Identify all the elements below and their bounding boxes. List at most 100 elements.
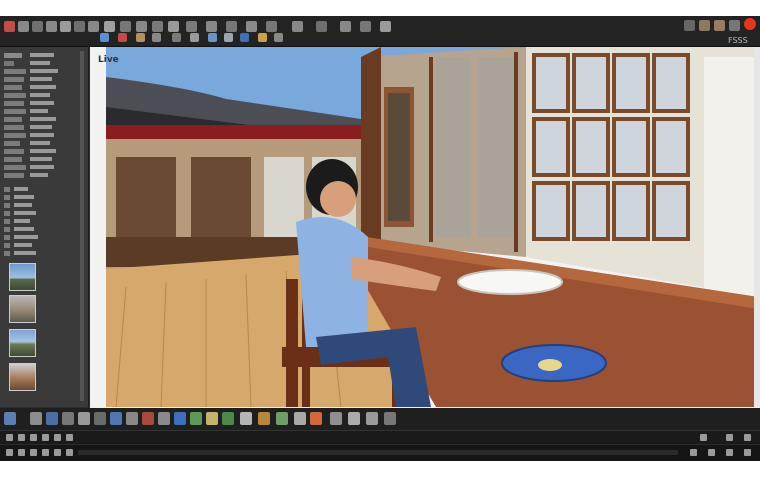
status-icon[interactable]: [30, 434, 37, 441]
photo-icon[interactable]: [224, 33, 233, 42]
fill-icon[interactable]: [246, 21, 257, 32]
swatch-icon[interactable]: [126, 412, 138, 425]
timeline-icon[interactable]: [690, 449, 697, 456]
shape-icon[interactable]: [292, 21, 303, 32]
copy-icon[interactable]: [88, 21, 99, 32]
wall-panel: [478, 57, 513, 237]
adjust-icon[interactable]: [190, 412, 202, 425]
white-plate: [457, 269, 563, 295]
grid-icon[interactable]: [276, 412, 288, 425]
undo-icon[interactable]: [46, 21, 57, 32]
select-icon[interactable]: [120, 21, 131, 32]
timeline-icon[interactable]: [744, 449, 751, 456]
status-row: [0, 430, 760, 445]
texture-icon[interactable]: [62, 412, 74, 425]
sky-icon[interactable]: [240, 33, 249, 42]
paste-icon[interactable]: [104, 21, 115, 32]
status-icon[interactable]: [66, 434, 73, 441]
minimize-icon[interactable]: [684, 20, 695, 31]
scale-icon[interactable]: [168, 21, 179, 32]
rotate-icon[interactable]: [152, 21, 163, 32]
crop-icon[interactable]: [158, 412, 170, 425]
record-button-icon[interactable]: [310, 412, 322, 425]
timeline-icon[interactable]: [708, 449, 715, 456]
pen-icon[interactable]: [186, 21, 197, 32]
render-icon[interactable]: [100, 33, 109, 42]
timeline-icon[interactable]: [6, 449, 13, 456]
eyedropper-icon[interactable]: [110, 412, 122, 425]
left-panel: [0, 47, 89, 407]
light-icon[interactable]: [340, 21, 351, 32]
eraser-icon[interactable]: [226, 21, 237, 32]
export-icon[interactable]: [222, 412, 234, 425]
new-file-icon[interactable]: [4, 21, 15, 32]
status-icon[interactable]: [42, 434, 49, 441]
status-icon[interactable]: [744, 434, 751, 441]
layers-icon[interactable]: [30, 412, 42, 425]
viewport[interactable]: Live: [90, 47, 760, 412]
object-icon[interactable]: [190, 33, 199, 42]
timeline-icon[interactable]: [18, 449, 25, 456]
record-icon[interactable]: [118, 33, 127, 42]
wall-panel: [436, 57, 471, 237]
timeline-icon[interactable]: [66, 449, 73, 456]
cut-icon[interactable]: [74, 21, 85, 32]
filter-icon[interactable]: [174, 412, 186, 425]
viewport-scrollbar[interactable]: [754, 47, 760, 407]
timeline-track[interactable]: [78, 450, 678, 455]
window-settings-icon[interactable]: [729, 20, 740, 31]
move-icon[interactable]: [136, 21, 147, 32]
scene-thumbnail-4[interactable]: [9, 363, 36, 391]
status-icon[interactable]: [18, 434, 25, 441]
far-window: [191, 157, 251, 237]
timeline-icon[interactable]: [54, 449, 61, 456]
render-canvas[interactable]: [106, 47, 758, 407]
close-icon[interactable]: [744, 18, 756, 30]
view-icon[interactable]: [152, 33, 161, 42]
text-icon[interactable]: [266, 21, 277, 32]
timeline-icon[interactable]: [30, 449, 37, 456]
open-icon[interactable]: [18, 21, 29, 32]
snap-icon[interactable]: [380, 21, 391, 32]
settings-icon[interactable]: [274, 33, 283, 42]
title-text: FSSS: [728, 36, 748, 45]
status-icon[interactable]: [726, 434, 733, 441]
image-icon[interactable]: [4, 412, 16, 425]
timeline-row: [0, 444, 760, 461]
material-icon[interactable]: [78, 412, 90, 425]
scene-thumbnail-1[interactable]: [9, 263, 36, 291]
palette-icon[interactable]: [94, 412, 106, 425]
sun-icon[interactable]: [258, 33, 267, 42]
status-icon[interactable]: [6, 434, 13, 441]
timeline-icon[interactable]: [726, 449, 733, 456]
restore-icon[interactable]: [699, 20, 710, 31]
layer-icon[interactable]: [172, 33, 181, 42]
material-icon[interactable]: [136, 33, 145, 42]
snapshot-icon[interactable]: [294, 412, 306, 425]
print-icon[interactable]: [258, 412, 270, 425]
grid-icon[interactable]: [360, 21, 371, 32]
status-icon[interactable]: [700, 434, 707, 441]
viewport-label: Live: [98, 55, 119, 65]
color-icon[interactable]: [46, 412, 58, 425]
application-window: FSSS Live: [0, 16, 760, 461]
help-icon-bottom[interactable]: [384, 412, 396, 425]
doc-icon[interactable]: [348, 412, 360, 425]
help-icon[interactable]: [714, 20, 725, 31]
frame-icon[interactable]: [142, 412, 154, 425]
mask-icon[interactable]: [206, 412, 218, 425]
bottom-toolbar: [0, 408, 760, 430]
scene-thumbnail-3[interactable]: [9, 329, 36, 357]
scene-icon[interactable]: [208, 33, 217, 42]
save-icon[interactable]: [32, 21, 43, 32]
timeline-icon[interactable]: [42, 449, 49, 456]
status-icon[interactable]: [54, 434, 61, 441]
camera-icon[interactable]: [316, 21, 327, 32]
panel-scrollbar[interactable]: [80, 51, 84, 401]
info-icon[interactable]: [366, 412, 378, 425]
scene-thumbnail-2[interactable]: [9, 295, 36, 323]
brush-icon[interactable]: [206, 21, 217, 32]
share-icon[interactable]: [240, 412, 252, 425]
list-icon[interactable]: [330, 412, 342, 425]
redo-icon[interactable]: [60, 21, 71, 32]
